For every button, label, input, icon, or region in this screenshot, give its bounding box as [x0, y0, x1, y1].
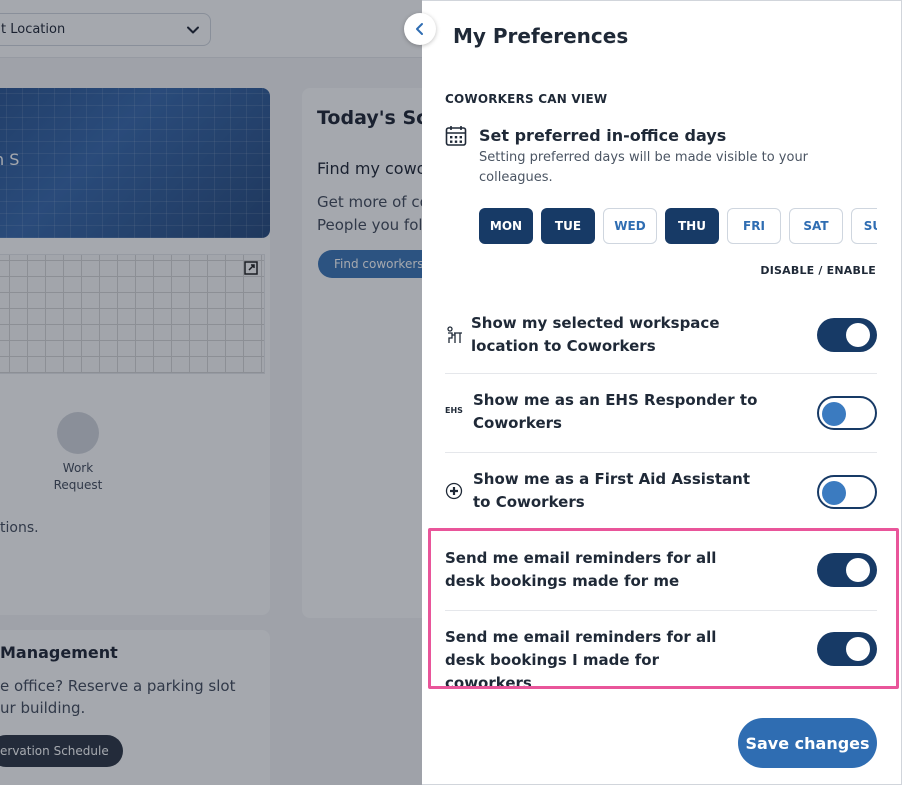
calendar-icon [445, 126, 467, 146]
panel-title: My Preferences [453, 24, 629, 48]
ehs-icon: EHS [445, 406, 463, 415]
disable-enable-label: DISABLE / ENABLE [760, 264, 876, 277]
desk-person-icon [447, 326, 462, 343]
pref-row-workspace-location: Show my selected workspace location to C… [445, 296, 877, 374]
toggle-ehs-responder[interactable] [817, 396, 877, 430]
day-chip-thu[interactable]: THU [665, 208, 719, 244]
toggle-knob [822, 402, 846, 426]
pref-text: Send me email reminders for all desk boo… [445, 549, 717, 590]
chevron-left-icon [416, 23, 423, 35]
toggle-first-aid[interactable] [817, 475, 877, 509]
day-chip-fri[interactable]: FRI [727, 208, 781, 244]
pref-text: Show me as an EHS Responder to Coworkers [473, 391, 758, 432]
day-chip-mon[interactable]: MON [479, 208, 533, 244]
first-aid-icon [445, 482, 463, 500]
modal-overlay[interactable] [0, 0, 422, 785]
section-label: COWORKERS CAN VIEW [445, 92, 608, 106]
toggle-knob [846, 558, 870, 582]
pref-row-email-my-bookings: Send me email reminders for all desk boo… [445, 531, 877, 611]
toggle-email-coworker-bookings[interactable] [817, 632, 877, 666]
day-chip-tue[interactable]: TUE [541, 208, 595, 244]
day-chip-sat[interactable]: SAT [789, 208, 843, 244]
collapse-panel-button[interactable] [404, 13, 436, 45]
day-selector: MON TUE WED THU FRI SAT SUN [479, 208, 877, 244]
pref-text: Show me as a First Aid Assistant to Cowo… [473, 470, 751, 511]
day-chip-wed[interactable]: WED [603, 208, 657, 244]
pref-row-email-coworker-bookings: Send me email reminders for all desk boo… [445, 611, 877, 692]
pref-text: Show my selected workspace location to C… [471, 314, 720, 355]
preferred-days-title: Set preferred in-office days [479, 126, 727, 145]
background-app: t Location n S Work Request tions. Today… [0, 0, 422, 785]
toggle-knob [846, 637, 870, 661]
toggle-knob [822, 481, 846, 505]
toggle-workspace-location[interactable] [817, 318, 877, 352]
preferred-days-description: Setting preferred days will be made visi… [479, 150, 809, 185]
toggle-knob [846, 323, 870, 347]
pref-row-first-aid: Show me as a First Aid Assistant to Cowo… [445, 453, 877, 531]
pref-text: Send me email reminders for all desk boo… [445, 628, 717, 692]
preferences-panel: My Preferences COWORKERS CAN VIEW Set pr… [422, 0, 902, 785]
toggle-email-my-bookings[interactable] [817, 553, 877, 587]
save-changes-button[interactable]: Save changes [738, 718, 877, 768]
pref-row-ehs-responder: EHS Show me as an EHS Responder to Cowor… [445, 374, 877, 453]
day-chip-sun[interactable]: SUN [851, 208, 877, 244]
